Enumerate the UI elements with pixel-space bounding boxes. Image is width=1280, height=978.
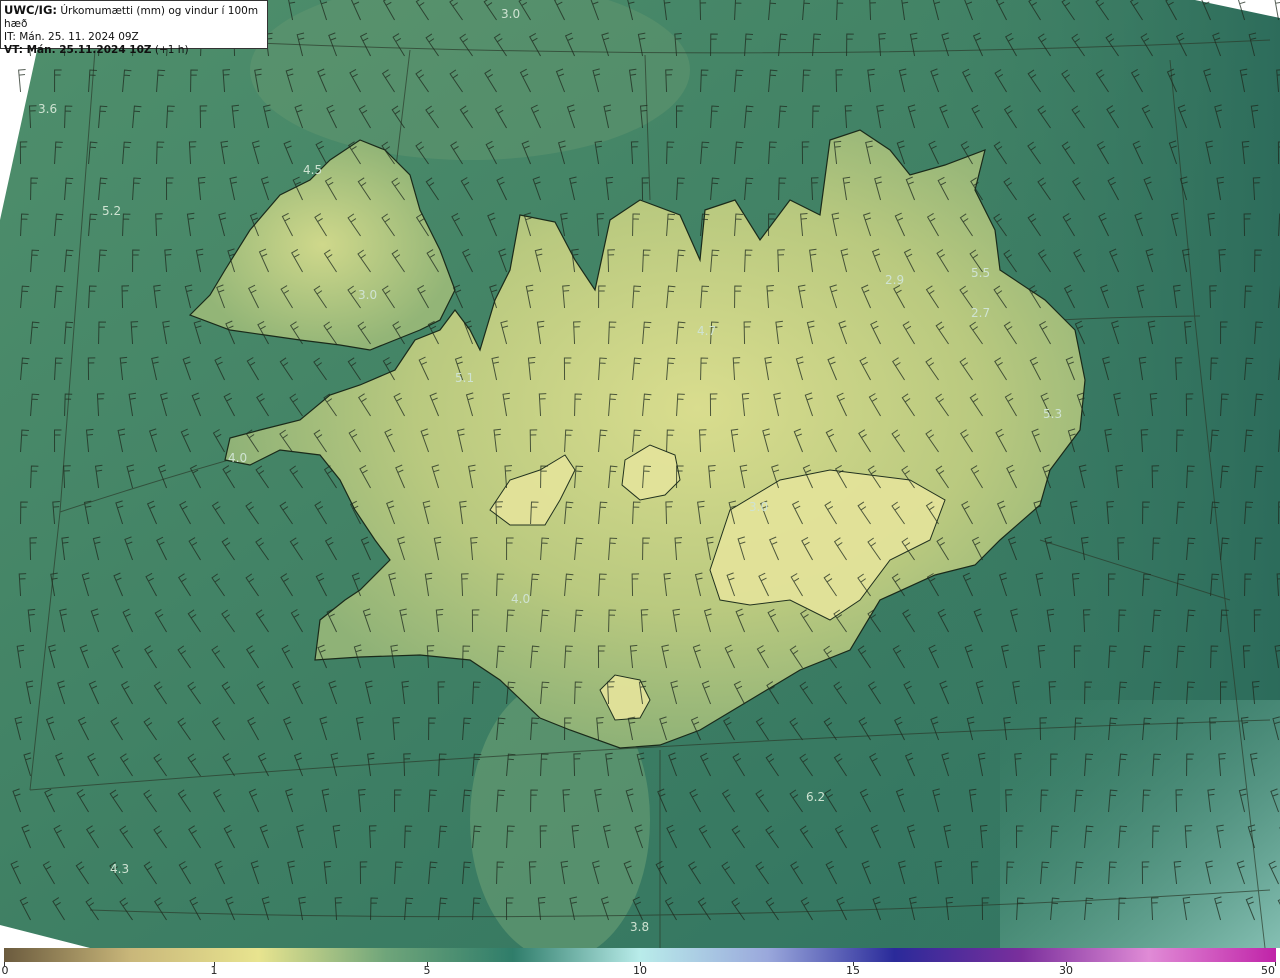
value-label: 5.2 [102,204,121,218]
value-label: 3.6 [38,102,57,116]
southeast-sea-shade [1000,700,1280,948]
issue-time: IT: Mán. 25. 11. 2024 09Z [4,31,139,43]
value-label: 4.5 [303,163,322,177]
colorbar-label: 5 [423,964,431,977]
colorbar-gradient [4,948,1276,962]
value-label: 5.5 [971,266,990,280]
value-label: 3.0 [358,288,377,302]
value-label: 4.3 [110,862,129,876]
value-label: 4.0 [511,592,530,606]
value-label: 3.0 [501,7,520,21]
colorbar: 0 1 5 10 15 30 50 [0,948,1280,978]
colorbar-label: 10 [633,964,647,977]
weather-map: 3.0 3.6 4.5 5.2 3.0 2.9 5.5 2.7 4.7 5.1 … [0,0,1280,948]
valid-time-offset: (+1 h) [154,44,189,56]
colorbar-label: 0 [1,964,9,977]
value-label: 5.3 [1043,407,1062,421]
valid-time: VT: Mán. 25.11.2024 10Z [4,44,152,56]
colorbar-label: 50 [1261,964,1275,977]
value-label: 4.0 [228,451,247,465]
colorbar-tick [1275,962,1276,966]
map-info-box: UWC/IG: Úrkomumætti (mm) og vindur í 100… [0,0,268,56]
value-label: 6.2 [806,790,825,804]
valid-time-line: VT: Mán. 25.11.2024 10Z (+1 h) [4,44,264,57]
colorbar-label: 15 [846,964,860,977]
colorbar-label: 1 [210,964,218,977]
colorbar-label: 30 [1059,964,1073,977]
value-label: 2.9 [885,273,904,287]
product-code: UWC/IG: [4,3,57,17]
value-label: 3.0 [749,500,768,514]
info-title-line: UWC/IG: Úrkomumætti (mm) og vindur í 100… [4,4,264,31]
value-label: 2.7 [971,306,990,320]
value-label: 3.8 [630,920,649,934]
value-label: 4.7 [697,324,716,338]
value-label: 5.1 [455,371,474,385]
